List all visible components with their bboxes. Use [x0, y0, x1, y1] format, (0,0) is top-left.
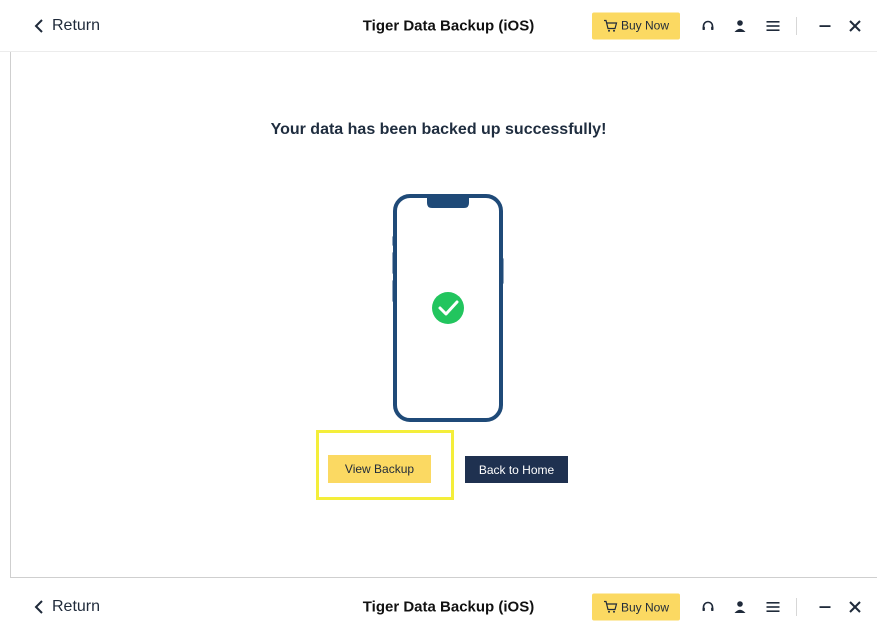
account-button-duplicate[interactable]	[730, 597, 750, 617]
account-button[interactable]	[730, 16, 750, 36]
return-button[interactable]: Return	[34, 17, 100, 35]
close-button-duplicate[interactable]	[845, 597, 865, 617]
return-label: Return	[52, 16, 101, 34]
headset-icon	[702, 20, 714, 30]
support-button[interactable]	[698, 16, 718, 36]
back-to-home-label: Back to Home	[478, 462, 555, 477]
close-icon	[849, 601, 861, 613]
titlebar-divider	[796, 16, 797, 35]
user-icon	[734, 19, 746, 32]
buy-now-label: Buy Now	[620, 600, 670, 614]
close-button[interactable]	[845, 16, 865, 36]
minimize-button-duplicate[interactable]	[815, 597, 835, 617]
menu-button[interactable]	[763, 16, 783, 36]
check-circle-icon	[432, 292, 464, 324]
minimize-icon	[819, 606, 831, 608]
titlebar-divider	[796, 598, 797, 616]
success-headline: Your data has been backed up successfull…	[270, 121, 607, 138]
title-bar-duplicate: Return Tiger Data Backup (iOS) Buy Now	[0, 584, 877, 630]
headset-icon	[702, 601, 714, 611]
view-backup-button[interactable]: View Backup	[328, 455, 431, 483]
app-title-text: Tiger Data Backup (iOS)	[362, 598, 535, 616]
phone-icon	[392, 194, 504, 422]
chevron-left-icon	[34, 600, 43, 614]
user-icon	[734, 601, 746, 613]
menu-icon	[766, 602, 780, 612]
cart-icon	[603, 19, 618, 32]
view-backup-label: View Backup	[344, 462, 415, 476]
support-button-duplicate[interactable]	[698, 597, 718, 617]
buy-now-button[interactable]: Buy Now	[592, 12, 680, 39]
return-button-duplicate[interactable]: Return	[34, 598, 100, 616]
title-bar: Return Tiger Data Backup (iOS) Buy Now	[0, 0, 877, 52]
minimize-button[interactable]	[815, 16, 835, 36]
app-title-text: Tiger Data Backup (iOS)	[362, 17, 535, 34]
menu-button-duplicate[interactable]	[763, 597, 783, 617]
buy-now-label: Buy Now	[620, 18, 670, 33]
back-to-home-button[interactable]: Back to Home	[465, 456, 568, 483]
chevron-left-icon	[34, 18, 43, 33]
return-label: Return	[52, 598, 101, 615]
menu-icon	[766, 20, 780, 31]
minimize-icon	[819, 24, 831, 27]
cart-icon	[603, 600, 618, 613]
buy-now-button-duplicate[interactable]: Buy Now	[592, 593, 680, 621]
close-icon	[849, 19, 861, 32]
